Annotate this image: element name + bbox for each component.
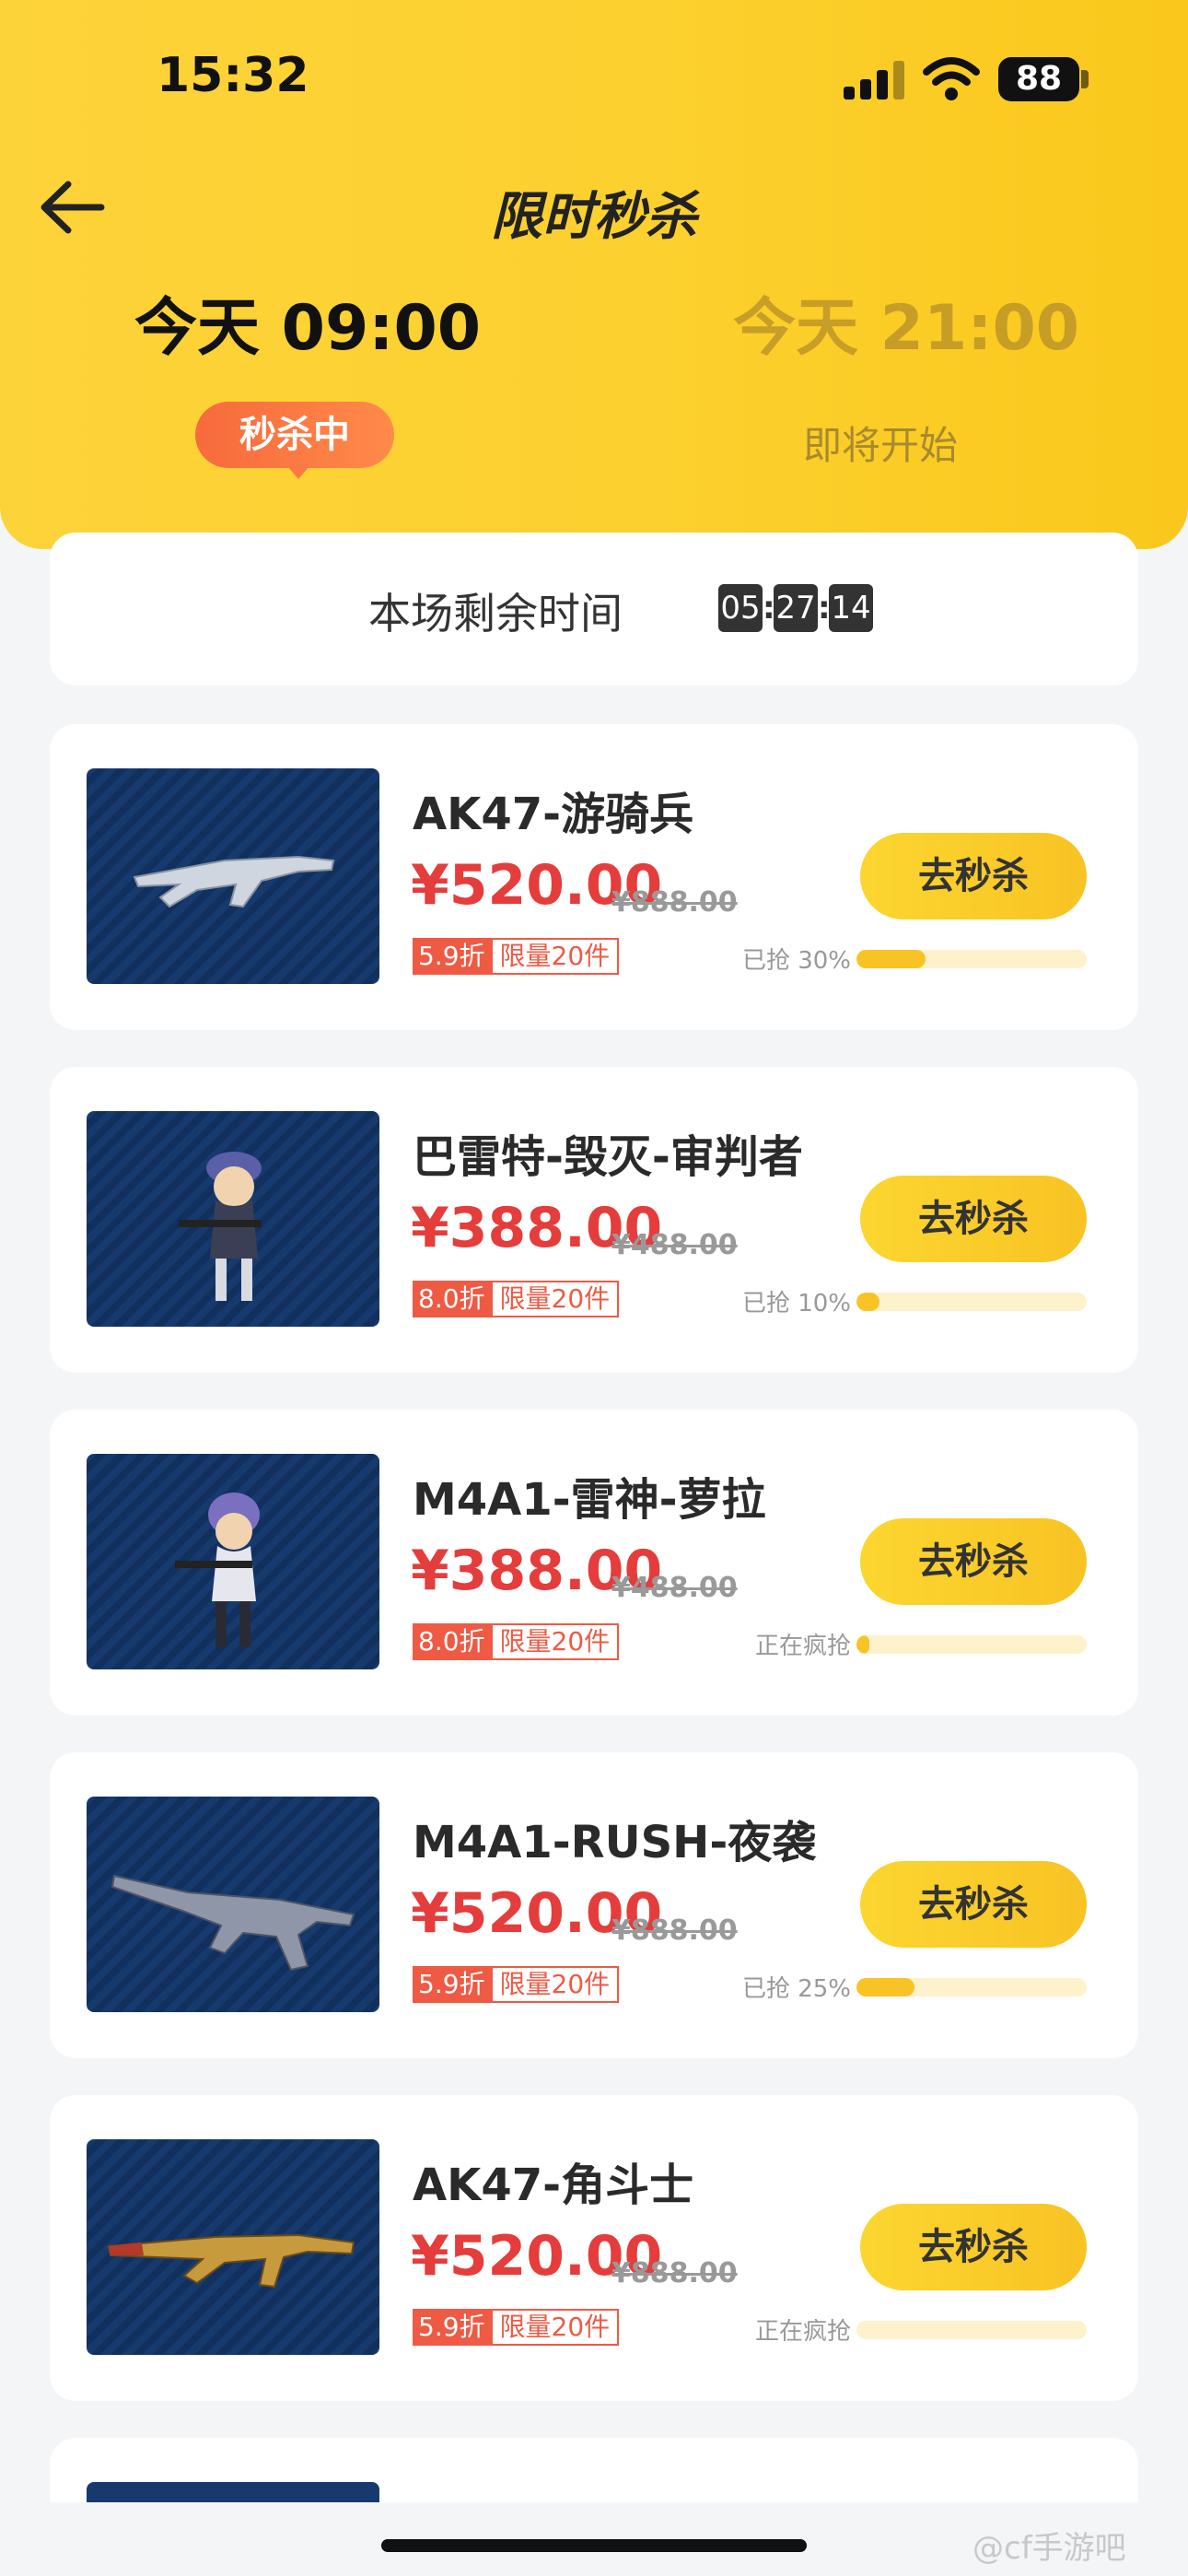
countdown-seconds: 14 xyxy=(829,584,873,632)
home-indicator[interactable] xyxy=(381,2539,807,2552)
progress-label: 已抢 10% xyxy=(741,1290,851,1317)
limit-tag: 限量20件 xyxy=(490,938,620,975)
signal-icon xyxy=(844,61,904,100)
progress-label: 已抢 25% xyxy=(741,1975,851,2003)
original-price: ¥888.00 xyxy=(611,886,738,919)
progress-fill xyxy=(856,1978,914,1996)
progress-bar xyxy=(856,1978,1087,1996)
grab-button[interactable]: 去秒杀 xyxy=(860,2204,1087,2290)
product-name: 巴雷特-毁灭-审判者 xyxy=(413,1131,803,1183)
discount-tag: 5.9折 xyxy=(413,1966,491,2003)
original-price: ¥888.00 xyxy=(611,2257,738,2289)
grab-button[interactable]: 去秒杀 xyxy=(860,1176,1087,1262)
product-card[interactable]: AK47-角斗士 ¥520.00 ¥888.00 5.9折 限量20件 去秒杀 … xyxy=(50,2095,1138,2401)
product-image xyxy=(87,768,379,984)
product-image xyxy=(87,2139,379,2355)
progress-fill xyxy=(856,1293,879,1311)
original-price: ¥888.00 xyxy=(611,1914,738,1947)
product-name: M4A1-雷神-萝拉 xyxy=(413,1474,766,1526)
progress-label: 已抢 30% xyxy=(741,947,851,975)
limit-tag: 限量20件 xyxy=(490,1623,620,1660)
limit-tag: 限量20件 xyxy=(490,2309,620,2346)
product-card[interactable]: 巴雷特-毁灭-审判者 ¥388.00 ¥488.00 8.0折 限量20件 去秒… xyxy=(50,1067,1138,1373)
progress-bar xyxy=(856,950,1087,968)
battery-nub xyxy=(1081,70,1089,88)
session-tab-2100[interactable]: 今天 21:00 xyxy=(733,276,1079,368)
product-tags: 5.9折 限量20件 xyxy=(413,938,620,975)
product-image xyxy=(87,1454,379,1669)
rifle-icon xyxy=(107,2233,355,2289)
product-card[interactable]: AK47-游骑兵 ¥520.00 ¥888.00 5.9折 限量20件 去秒杀 … xyxy=(50,724,1138,1030)
countdown-timer: 05 : 27 : 14 xyxy=(718,584,873,632)
grab-button[interactable]: 去秒杀 xyxy=(860,1518,1087,1605)
countdown-minutes: 27 xyxy=(774,584,818,632)
original-price: ¥488.00 xyxy=(611,1572,738,1604)
countdown-colon: : xyxy=(763,590,775,626)
character-icon xyxy=(179,1152,262,1301)
discount-tag: 8.0折 xyxy=(413,1623,491,1660)
product-card[interactable]: M4A1-RUSH-夜袭 ¥520.00 ¥888.00 5.9折 限量20件 … xyxy=(50,1752,1138,2058)
status-bar: 15:32 88 xyxy=(0,0,1188,157)
progress-bar xyxy=(856,2321,1087,2339)
product-tags: 8.0折 限量20件 xyxy=(413,1281,620,1317)
character-icon xyxy=(175,1493,260,1647)
grab-button[interactable]: 去秒杀 xyxy=(860,833,1087,919)
status-time: 15:32 xyxy=(157,48,309,103)
progress-label: 正在疯抢 xyxy=(754,1633,851,1660)
limit-tag: 限量20件 xyxy=(490,1281,620,1317)
discount-tag: 5.9折 xyxy=(413,938,491,975)
countdown-card: 本场剩余时间 05 : 27 : 14 xyxy=(50,533,1138,685)
countdown-hours: 05 xyxy=(718,584,763,632)
session-tab-0900[interactable]: 今天 09:00 xyxy=(134,276,481,368)
progress-bar xyxy=(856,1293,1087,1311)
product-tags: 5.9折 限量20件 xyxy=(413,1966,620,2003)
progress-fill xyxy=(856,1635,869,1654)
progress-label: 正在疯抢 xyxy=(754,2318,851,2346)
original-price: ¥488.00 xyxy=(611,1229,738,1261)
page-title: 限时秒杀 xyxy=(491,187,697,247)
product-tags: 5.9折 限量20件 xyxy=(413,2309,620,2346)
battery-icon: 88 xyxy=(998,57,1079,101)
header-banner: 15:32 88 限时秒杀 今天 09:00 今天 21:00 秒杀中 即将开始 xyxy=(0,0,1188,549)
grab-button[interactable]: 去秒杀 xyxy=(860,1861,1087,1948)
product-name: M4A1-RUSH-夜袭 xyxy=(413,1817,817,1868)
session-status-active[interactable]: 秒杀中 xyxy=(195,402,394,479)
watermark: @cf手游吧 xyxy=(973,2530,1126,2567)
product-image xyxy=(87,1797,379,2012)
rifle-icon xyxy=(133,855,335,908)
discount-tag: 5.9折 xyxy=(413,2309,491,2346)
product-image xyxy=(87,1111,379,1327)
limit-tag: 限量20件 xyxy=(490,1966,620,2003)
countdown-label: 本场剩余时间 xyxy=(368,589,623,638)
wifi-icon xyxy=(923,57,980,100)
rifle-icon xyxy=(111,1874,355,1972)
product-tags: 8.0折 限量20件 xyxy=(413,1623,620,1660)
product-card[interactable]: M4A1-雷神-萝拉 ¥388.00 ¥488.00 8.0折 限量20件 去秒… xyxy=(50,1410,1138,1715)
countdown-colon: : xyxy=(818,590,831,626)
product-name: AK47-角斗士 xyxy=(413,2160,694,2211)
product-name: AK47-游骑兵 xyxy=(413,789,694,840)
progress-fill xyxy=(856,950,926,968)
discount-tag: 8.0折 xyxy=(413,1281,491,1317)
progress-bar xyxy=(856,1635,1087,1654)
session-status-upcoming[interactable]: 即将开始 xyxy=(803,415,958,471)
